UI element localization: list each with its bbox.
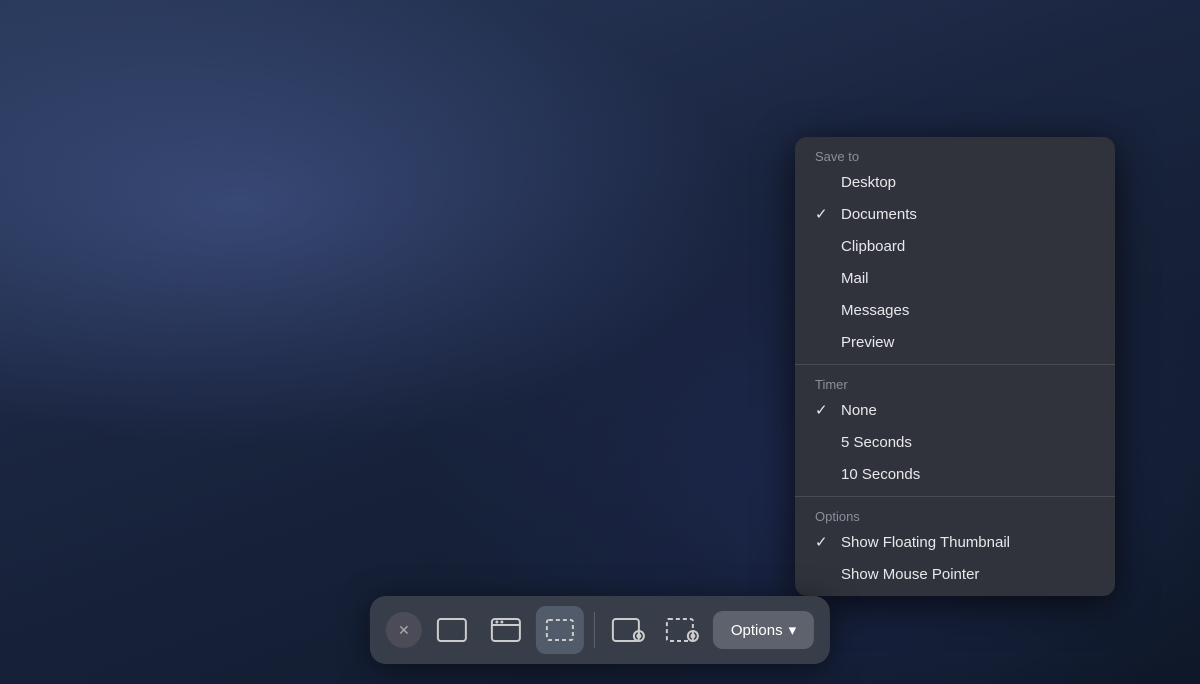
options-dropdown-menu: Save to ✓ Desktop ✓ Documents ✓ Clipboar… xyxy=(795,137,1115,596)
close-button[interactable]: ✕ xyxy=(386,612,422,648)
menu-item-show-floating-thumbnail-label: Show Floating Thumbnail xyxy=(841,534,1095,551)
save-to-section: Save to ✓ Desktop ✓ Documents ✓ Clipboar… xyxy=(795,137,1115,364)
menu-item-10-seconds[interactable]: ✓ 10 Seconds xyxy=(795,458,1115,490)
options-label: Options xyxy=(795,503,1115,526)
timer-label: Timer xyxy=(795,371,1115,394)
check-preview: ✓ xyxy=(815,333,833,351)
menu-item-show-mouse-pointer-label: Show Mouse Pointer xyxy=(841,566,1095,583)
screen-record-selection-button[interactable] xyxy=(659,606,707,654)
fullscreen-capture-button[interactable] xyxy=(428,606,476,654)
check-mail: ✓ xyxy=(815,269,833,287)
window-capture-button[interactable] xyxy=(482,606,530,654)
save-to-label: Save to xyxy=(795,143,1115,166)
window-capture-icon xyxy=(490,616,522,644)
check-show-floating-thumbnail: ✓ xyxy=(815,533,833,551)
check-clipboard: ✓ xyxy=(815,237,833,255)
check-documents: ✓ xyxy=(815,205,833,223)
check-messages: ✓ xyxy=(815,301,833,319)
menu-item-none-label: None xyxy=(841,402,1095,419)
menu-item-10-seconds-label: 10 Seconds xyxy=(841,466,1095,483)
check-show-mouse-pointer: ✓ xyxy=(815,565,833,583)
menu-item-show-mouse-pointer[interactable]: ✓ Show Mouse Pointer xyxy=(795,558,1115,590)
menu-item-5-seconds[interactable]: ✓ 5 Seconds xyxy=(795,426,1115,458)
check-5-seconds: ✓ xyxy=(815,433,833,451)
options-section: Options ✓ Show Floating Thumbnail ✓ Show… xyxy=(795,496,1115,596)
screen-record-selection-icon xyxy=(665,616,701,644)
menu-item-messages[interactable]: ✓ Messages xyxy=(795,294,1115,326)
menu-item-mail[interactable]: ✓ Mail xyxy=(795,262,1115,294)
menu-item-messages-label: Messages xyxy=(841,302,1095,319)
screenshot-toolbar: ✕ xyxy=(370,596,830,664)
menu-item-documents-label: Documents xyxy=(841,206,1095,223)
menu-item-none[interactable]: ✓ None xyxy=(795,394,1115,426)
check-desktop: ✓ xyxy=(815,173,833,191)
screen-record-full-button[interactable] xyxy=(605,606,653,654)
screen-record-full-icon xyxy=(611,616,647,644)
menu-item-clipboard-label: Clipboard xyxy=(841,238,1095,255)
menu-item-clipboard[interactable]: ✓ Clipboard xyxy=(795,230,1115,262)
chevron-down-icon: ▾ xyxy=(789,621,797,639)
menu-item-desktop-label: Desktop xyxy=(841,174,1095,191)
toolbar-divider-1 xyxy=(594,612,595,648)
menu-item-preview-label: Preview xyxy=(841,334,1095,351)
options-button[interactable]: Options ▾ xyxy=(713,611,814,649)
menu-item-preview[interactable]: ✓ Preview xyxy=(795,326,1115,358)
check-none: ✓ xyxy=(815,401,833,419)
fullscreen-capture-icon xyxy=(436,616,468,644)
menu-item-desktop[interactable]: ✓ Desktop xyxy=(795,166,1115,198)
menu-item-5-seconds-label: 5 Seconds xyxy=(841,434,1095,451)
timer-section: Timer ✓ None ✓ 5 Seconds ✓ 10 Seconds xyxy=(795,364,1115,496)
menu-item-show-floating-thumbnail[interactable]: ✓ Show Floating Thumbnail xyxy=(795,526,1115,558)
close-icon: ✕ xyxy=(398,622,410,639)
options-button-label: Options xyxy=(731,622,783,639)
menu-item-mail-label: Mail xyxy=(841,270,1095,287)
menu-item-documents[interactable]: ✓ Documents xyxy=(795,198,1115,230)
selection-capture-icon xyxy=(544,616,576,644)
check-10-seconds: ✓ xyxy=(815,465,833,483)
selection-capture-button[interactable] xyxy=(536,606,584,654)
